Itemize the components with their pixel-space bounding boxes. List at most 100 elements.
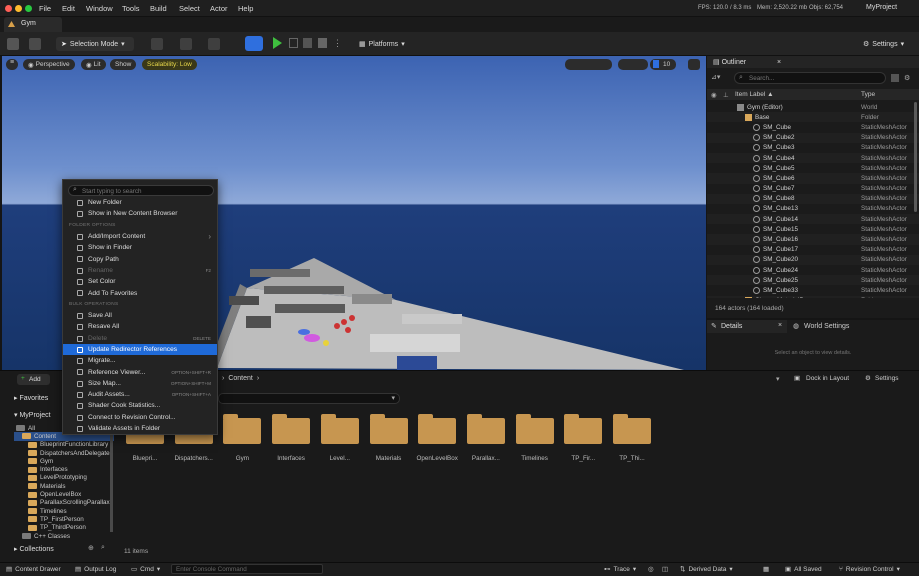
close-icon[interactable]: × bbox=[777, 59, 781, 66]
outliner-row[interactable]: SM_Cube33 StaticMeshActor bbox=[707, 285, 919, 295]
record-icon[interactable]: ◎ bbox=[648, 565, 654, 573]
trace-dropdown[interactable]: ⊷ Trace ▾ bbox=[604, 565, 636, 574]
cinematics-icon[interactable] bbox=[208, 38, 220, 50]
platforms-dropdown[interactable]: ▦ Platforms ▾ bbox=[354, 37, 410, 51]
tree-item[interactable]: Gym bbox=[14, 457, 114, 465]
new-folder-icon[interactable] bbox=[891, 74, 899, 82]
mode-toggle-button[interactable] bbox=[245, 36, 263, 51]
menu-item[interactable]: Resave All bbox=[63, 321, 217, 332]
maximize-viewport-icon[interactable] bbox=[688, 59, 700, 70]
world-settings-tab[interactable]: ◍ World Settings bbox=[793, 320, 873, 333]
all-saved-button[interactable]: ▣ All Saved bbox=[785, 565, 822, 574]
menu-item[interactable]: Show in New Content Browser bbox=[63, 208, 217, 219]
outliner-row[interactable]: SM_Cube15 StaticMeshActor bbox=[707, 224, 919, 234]
outliner-row[interactable]: SM_Cube20 StaticMeshActor bbox=[707, 254, 919, 265]
outliner-row[interactable]: SM_Cube8 StaticMeshActor bbox=[707, 193, 919, 204]
more-options-icon[interactable]: ⋮ bbox=[333, 38, 342, 49]
project-section[interactable]: ▾ MyProject bbox=[14, 411, 51, 419]
outliner-row[interactable]: SM_Cube24 StaticMeshActor bbox=[707, 265, 919, 275]
revision-control-dropdown[interactable]: ⑂ Revision Control ▾ bbox=[839, 565, 900, 574]
menu-item[interactable]: Migrate... bbox=[63, 355, 217, 366]
output-log-button[interactable]: ▤ Output Log bbox=[75, 565, 116, 574]
outliner-row[interactable]: SM_Cube4 StaticMeshActor bbox=[707, 152, 919, 164]
console-input[interactable]: Enter Console Command bbox=[171, 564, 323, 574]
selection-mode-dropdown[interactable]: ➤ Selection Mode ▾ bbox=[56, 37, 134, 51]
lit-button[interactable]: ◉ Lit bbox=[81, 59, 106, 70]
asset-folder[interactable] bbox=[320, 414, 359, 444]
menu-item[interactable]: Reference Viewer... OPTION+SHIFT+R bbox=[63, 366, 217, 377]
outliner-row[interactable]: SM_Cube17 StaticMeshActor bbox=[707, 245, 919, 255]
outliner-row[interactable]: Gym (Editor) World bbox=[707, 102, 919, 112]
details-tab[interactable]: ✎ Details × bbox=[707, 320, 787, 333]
menu-edit[interactable]: Edit bbox=[62, 4, 75, 13]
dock-in-layout-button[interactable]: ▣ Dock in Layout bbox=[790, 373, 858, 385]
menu-window[interactable]: Window bbox=[86, 4, 113, 13]
tree-item[interactable]: OpenLevelBox bbox=[14, 490, 114, 498]
cb-settings-button[interactable]: ⚙ Settings bbox=[862, 373, 912, 385]
menu-item[interactable]: Show in Finder bbox=[63, 242, 217, 253]
asset-folder[interactable] bbox=[223, 414, 262, 444]
eject-icon[interactable] bbox=[318, 38, 327, 48]
menu-build[interactable]: Build bbox=[150, 4, 167, 13]
scalability-button[interactable]: Scalability: Low bbox=[142, 59, 197, 70]
step-icon[interactable] bbox=[289, 38, 298, 48]
menu-item[interactable]: Update Redirector References bbox=[63, 343, 217, 356]
play-icon[interactable] bbox=[273, 37, 282, 49]
favorites-section[interactable]: ▸ Favorites bbox=[14, 394, 48, 402]
settings-dropdown[interactable]: ⚙ Settings ▾ bbox=[858, 37, 912, 51]
collections-section[interactable]: ▸ Collections bbox=[14, 545, 54, 553]
asset-folder[interactable] bbox=[515, 414, 554, 444]
breadcrumb-content[interactable]: Content bbox=[228, 375, 253, 382]
tree-item[interactable]: Interfaces bbox=[14, 465, 114, 473]
menu-item[interactable]: New Folder bbox=[63, 197, 217, 208]
asset-folder[interactable] bbox=[466, 414, 505, 444]
grid-snap[interactable]: 10 bbox=[650, 59, 676, 70]
asset-folder[interactable] bbox=[272, 414, 311, 444]
history-dropdown[interactable]: ▾ bbox=[776, 375, 780, 383]
menu-tools[interactable]: Tools bbox=[122, 4, 140, 13]
asset-folder[interactable] bbox=[369, 414, 408, 444]
outliner-row[interactable]: SM_Cube6 StaticMeshActor bbox=[707, 173, 919, 184]
level-tab[interactable]: Gym bbox=[4, 17, 62, 32]
outliner-row[interactable]: SM_Cube5 StaticMeshActor bbox=[707, 163, 919, 173]
menu-item[interactable]: Shader Cook Statistics... bbox=[63, 400, 217, 411]
menu-item[interactable]: Connect to Revision Control... bbox=[63, 412, 217, 423]
derived-data-dropdown[interactable]: ⇅ Derived Data ▾ bbox=[680, 565, 733, 574]
menu-item[interactable]: Save All bbox=[63, 310, 217, 321]
tree-item[interactable]: TP_ThirdPerson bbox=[14, 524, 114, 532]
blueprint-icon[interactable] bbox=[180, 38, 192, 50]
outliner-row[interactable]: SM_Cube StaticMeshActor bbox=[707, 122, 919, 132]
tree-item[interactable]: BlueprintFunctionLibrary bbox=[14, 441, 114, 449]
gear-icon[interactable]: ⚙ bbox=[904, 74, 910, 82]
outliner-row[interactable]: SM_Cube3 StaticMeshActor bbox=[707, 143, 919, 153]
tree-item[interactable]: ParallaxScrollingParallax bbox=[14, 499, 114, 507]
source-control-icon[interactable]: ▦ bbox=[763, 565, 769, 573]
menu-select[interactable]: Select bbox=[179, 4, 200, 13]
tree-item[interactable]: LevelPrototyping bbox=[14, 474, 114, 482]
menu-file[interactable]: File bbox=[39, 4, 51, 13]
stop-icon[interactable] bbox=[303, 38, 312, 48]
close-window-button[interactable] bbox=[5, 5, 12, 12]
add-actor-icon[interactable] bbox=[151, 38, 163, 50]
save-icon[interactable] bbox=[7, 38, 19, 50]
tree-item[interactable]: TP_FirstPerson bbox=[14, 515, 114, 523]
close-icon[interactable]: × bbox=[778, 322, 782, 329]
add-collection-icon[interactable]: ⊕ bbox=[88, 544, 94, 552]
asset-folder[interactable] bbox=[613, 414, 651, 444]
outliner-row[interactable]: SM_Cube25 StaticMeshActor bbox=[707, 275, 919, 286]
minimize-window-button[interactable] bbox=[15, 5, 22, 12]
cmd-dropdown[interactable]: ▭ Cmd ▾ bbox=[131, 565, 160, 574]
tree-item[interactable]: Timelines bbox=[14, 507, 114, 515]
outliner-row[interactable]: ChangeMaterialParam Folder bbox=[707, 295, 919, 298]
surface-snapping[interactable] bbox=[618, 59, 648, 70]
menu-item[interactable]: Validate Assets in Folder bbox=[63, 423, 217, 434]
type-column[interactable]: Type bbox=[861, 91, 875, 98]
outliner-row[interactable]: SM_Cube7 StaticMeshActor bbox=[707, 184, 919, 194]
menu-item[interactable]: Add/Import Content › bbox=[63, 231, 217, 242]
cb-search-input[interactable]: ▾ bbox=[218, 393, 400, 404]
outliner-row[interactable]: SM_Cube16 StaticMeshActor bbox=[707, 234, 919, 245]
outliner-scrollbar[interactable] bbox=[914, 102, 917, 212]
viewport-menu-icon[interactable]: ≡ bbox=[6, 59, 18, 70]
menu-item[interactable]: Audit Assets... OPTION+SHIFT+A bbox=[63, 389, 217, 400]
context-search-input[interactable]: ⌕ Start typing to search bbox=[68, 185, 214, 196]
